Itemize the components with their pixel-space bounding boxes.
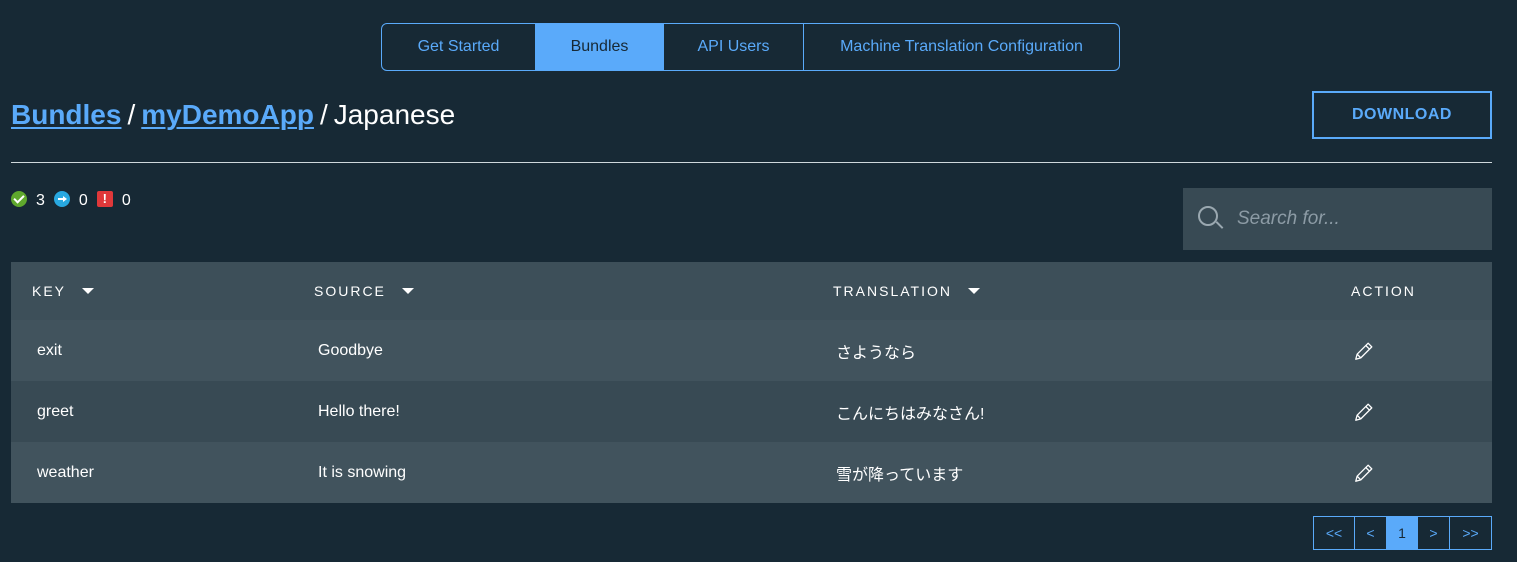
breadcrumb-bundle-link[interactable]: myDemoApp [141, 99, 314, 130]
arrow-right-circle-icon [53, 191, 70, 207]
tab-machine-translation-configuration[interactable]: Machine Translation Configuration [804, 24, 1119, 70]
column-header-key[interactable]: KEY [11, 283, 293, 299]
table-header: KEY SOURCE TRANSLATION ACTION [11, 262, 1492, 320]
column-header-translation-label: TRANSLATION [833, 283, 952, 299]
cell-action [1331, 340, 1492, 362]
pencil-icon[interactable] [1353, 462, 1375, 484]
tab-bundles[interactable]: Bundles [536, 24, 664, 70]
breadcrumb-current-language: Japanese [333, 99, 456, 130]
main-tabs: Get Started Bundles API Users Machine Tr… [381, 23, 1120, 71]
column-header-source-label: SOURCE [314, 283, 386, 299]
breadcrumb-separator: / [319, 99, 328, 130]
cell-source: Goodbye [318, 341, 383, 359]
strings-table: KEY SOURCE TRANSLATION ACTION exit Goodb… [11, 262, 1492, 503]
header-divider [11, 162, 1492, 163]
download-button[interactable]: DOWNLOAD [1312, 91, 1492, 139]
pagination-page-button[interactable]: 1 [1387, 517, 1418, 549]
sort-caret-icon[interactable] [82, 288, 95, 294]
cell-action [1331, 462, 1492, 484]
column-header-action: ACTION [1331, 283, 1492, 299]
page: Get Started Bundles API Users Machine Tr… [0, 0, 1517, 562]
cell-source: Hello there! [318, 402, 400, 420]
breadcrumb-bundles-link[interactable]: Bundles [11, 99, 121, 130]
error-icon [96, 191, 113, 207]
translation-status-summary: 3 0 0 [11, 189, 140, 213]
cell-key: weather [37, 463, 94, 481]
table-row: greet Hello there! こんにちはみなさん! [11, 381, 1492, 442]
cell-translation: こんにちはみなさん! [836, 405, 985, 423]
cell-translation: 雪が降っています [836, 466, 964, 484]
sort-caret-icon[interactable] [401, 288, 414, 294]
column-header-translation[interactable]: TRANSLATION [812, 283, 1331, 299]
tab-api-users[interactable]: API Users [664, 24, 804, 70]
cell-translation: さようなら [836, 344, 917, 362]
pagination-last-button[interactable]: >> [1450, 517, 1491, 549]
column-header-key-label: KEY [32, 283, 67, 299]
table-row: weather It is snowing 雪が降っています [11, 442, 1492, 503]
column-header-source[interactable]: SOURCE [293, 283, 812, 299]
error-count: 0 [121, 192, 131, 209]
pencil-icon[interactable] [1353, 340, 1375, 362]
check-circle-icon [11, 191, 27, 207]
in-progress-count: 0 [78, 192, 88, 209]
pagination-next-button[interactable]: > [1418, 517, 1450, 549]
cell-key: greet [37, 402, 74, 420]
pagination: << < 1 > >> [1313, 516, 1492, 550]
search-input[interactable] [1235, 207, 1479, 231]
sort-caret-icon[interactable] [967, 288, 980, 294]
search-icon [1197, 205, 1225, 233]
cell-source: It is snowing [318, 463, 407, 481]
search-box [1183, 188, 1492, 250]
cell-action [1331, 401, 1492, 423]
pencil-icon[interactable] [1353, 401, 1375, 423]
cell-key: exit [37, 341, 62, 359]
table-row: exit Goodbye さようなら [11, 320, 1492, 381]
translated-count: 3 [36, 192, 45, 209]
tab-get-started[interactable]: Get Started [382, 24, 536, 70]
breadcrumb: Bundles / myDemoApp / Japanese [11, 96, 455, 134]
pagination-prev-button[interactable]: < [1355, 517, 1387, 549]
column-header-action-label: ACTION [1351, 283, 1416, 299]
pagination-first-button[interactable]: << [1314, 517, 1355, 549]
breadcrumb-separator: / [127, 99, 136, 130]
